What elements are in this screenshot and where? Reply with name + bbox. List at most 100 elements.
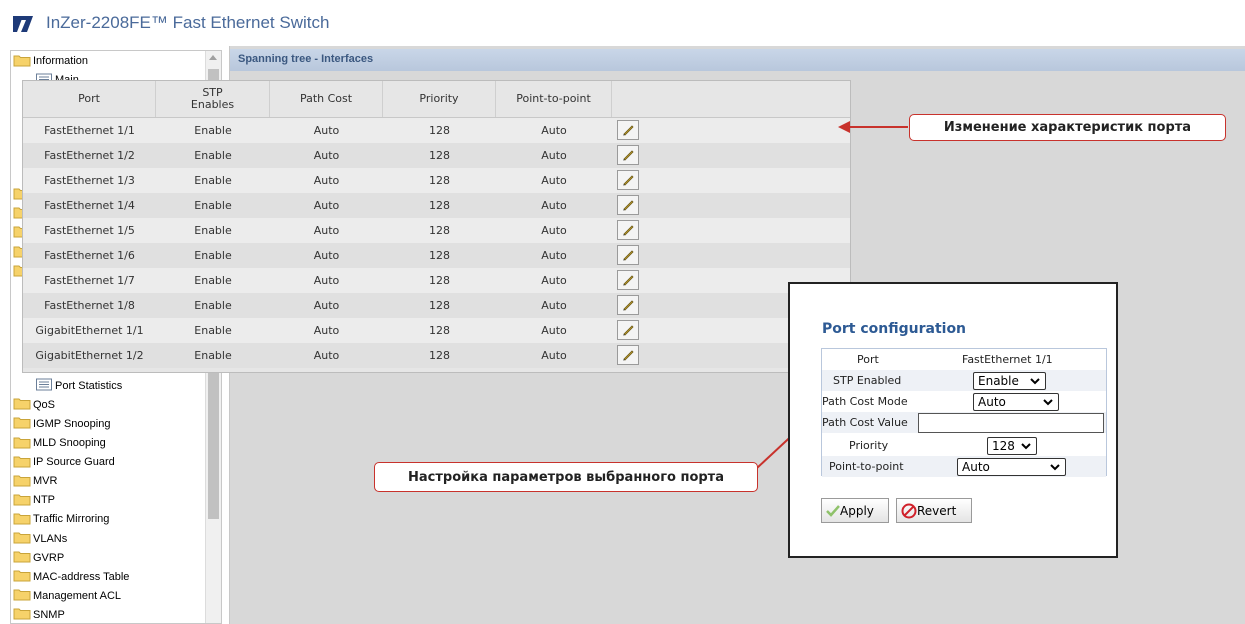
table-cell: FastEthernet 1/8	[44, 298, 135, 312]
sidebar-item-mac-address-table[interactable]: MAC-address Table	[13, 568, 129, 587]
pencil-icon	[623, 175, 634, 186]
table-row: FastEthernet 1/1 Enable Auto 128 Auto	[23, 118, 850, 143]
sidebar-item-snmp[interactable]: SNMP	[13, 606, 65, 623]
edit-port-button[interactable]	[617, 345, 639, 365]
sidebar-item-mvr[interactable]: MVR	[13, 472, 57, 491]
table-cell: Enable	[194, 148, 232, 162]
table-cell: Auto	[313, 198, 340, 212]
table-cell: 128	[429, 173, 450, 187]
sidebar-item-port-statistics[interactable]: Port Statistics	[35, 377, 122, 396]
table-cell: 128	[429, 223, 450, 237]
table-cell: Auto	[541, 248, 567, 262]
table-cell: FastEthernet 1/3	[44, 173, 135, 187]
stp-enabled-value: Enable	[978, 374, 1019, 388]
sidebar-item-label: QoS	[33, 398, 56, 411]
table-cell: Auto	[541, 273, 567, 287]
sidebar-item-traffic-mirroring[interactable]: Traffic Mirroring	[13, 510, 109, 529]
pencil-icon	[623, 250, 634, 261]
table-row: FastEthernet 1/5 Enable Auto 128 Auto	[23, 218, 850, 243]
folder-icon	[13, 456, 31, 468]
table-cell: FastEthernet 1/1	[44, 123, 135, 137]
table-cell: Enable	[194, 223, 232, 237]
sidebar-item-label: MAC-address Table	[33, 570, 130, 583]
table-cell: FastEthernet 1/2	[44, 148, 135, 162]
path-cost-value-label: Path Cost Value	[822, 416, 908, 429]
sidebar-item-label: SNMP	[33, 608, 65, 621]
edit-port-button[interactable]	[617, 170, 639, 190]
folder-icon	[13, 417, 31, 429]
table-cell: 128	[429, 323, 450, 337]
table-cell: Enable	[194, 273, 232, 287]
scroll-up-icon[interactable]	[209, 55, 217, 60]
apply-button[interactable]: Apply	[821, 498, 889, 523]
table-cell: Enable	[194, 198, 232, 212]
sidebar-item-label: Management ACL	[33, 589, 122, 602]
edit-port-button[interactable]	[617, 270, 639, 290]
column-header: STP Enables	[156, 81, 270, 117]
table-cell: Auto	[313, 348, 340, 362]
sidebar-item-ntp[interactable]: NTP	[13, 491, 55, 510]
table-cell: Auto	[313, 223, 340, 237]
stp-enabled-select[interactable]: Enable	[973, 372, 1046, 390]
table-cell: Auto	[313, 298, 340, 312]
table-cell: Enable	[194, 248, 232, 262]
point-to-point-row: Point-to-point Auto	[822, 456, 1106, 477]
stp-enabled-row: STP Enabled Enable	[822, 370, 1106, 391]
sidebar-item-label: Port Statistics	[55, 379, 123, 392]
annotation-configure-port: Настройка параметров выбранного порта	[374, 462, 758, 492]
table-cell: Auto	[541, 298, 567, 312]
sidebar-item-management-acl[interactable]: Management ACL	[13, 587, 121, 606]
sidebar-item-vlans[interactable]: VLANs	[13, 530, 67, 549]
table-cell: Enable	[194, 348, 232, 362]
priority-select[interactable]: 128	[987, 437, 1037, 455]
stp-interfaces-table: Port STP Enables Path Cost Priority Point-to…	[22, 80, 851, 373]
table-cell: FastEthernet 1/4	[44, 198, 135, 212]
sidebar-item-information[interactable]: Information	[13, 52, 88, 71]
edit-port-button[interactable]	[617, 120, 639, 140]
logo-icon	[13, 16, 33, 32]
annotation-edit-port: Изменение характеристик порта	[909, 114, 1226, 141]
column-header: Port	[23, 81, 156, 117]
table-cell: FastEthernet 1/7	[44, 273, 135, 287]
edit-port-button[interactable]	[617, 145, 639, 165]
port-row: Port FastEthernet 1/1	[822, 349, 1106, 370]
folder-icon	[13, 513, 31, 525]
edit-port-button[interactable]	[617, 245, 639, 265]
chevron-down-icon	[1050, 464, 1060, 471]
port-label: Port	[857, 353, 879, 366]
sidebar-item-qos[interactable]: QoS	[13, 396, 55, 415]
sidebar-item-igmp-snooping[interactable]: IGMP Snooping	[13, 415, 110, 434]
sidebar-item-label: NTP	[33, 494, 55, 507]
table-cell: 128	[429, 298, 450, 312]
edit-port-button[interactable]	[617, 295, 639, 315]
folder-icon	[13, 494, 31, 506]
folder-icon	[13, 551, 31, 563]
table-cell: Enable	[194, 323, 232, 337]
table-cell: Auto	[313, 123, 340, 137]
path-cost-value-input[interactable]	[918, 413, 1104, 433]
pencil-icon	[623, 200, 634, 211]
edit-port-button[interactable]	[617, 320, 639, 340]
table-cell: Enable	[194, 173, 232, 187]
edit-port-button[interactable]	[617, 195, 639, 215]
sidebar-item-label: GVRP	[33, 551, 65, 564]
sidebar-item-label: MVR	[33, 475, 58, 488]
sidebar-item-ip-source-guard[interactable]: IP Source Guard	[13, 453, 115, 472]
table-row: FastEthernet 1/8 Enable Auto 128 Auto	[23, 293, 850, 318]
edit-port-button[interactable]	[617, 220, 639, 240]
sidebar-item-gvrp[interactable]: GVRP	[13, 549, 64, 568]
table-row: GigabitEthernet 1/2 Enable Auto 128 Auto	[23, 343, 850, 368]
point-to-point-select[interactable]: Auto	[957, 458, 1066, 476]
path-cost-mode-select[interactable]: Auto	[973, 393, 1059, 411]
table-cell: Auto	[541, 148, 567, 162]
table-cell: Auto	[313, 323, 340, 337]
pencil-icon	[623, 150, 634, 161]
table-cell: Auto	[313, 173, 340, 187]
table-cell: Auto	[313, 148, 340, 162]
column-header: Priority	[383, 81, 496, 117]
sidebar-item-mld-snooping[interactable]: MLD Snooping	[13, 434, 106, 453]
pencil-icon	[623, 350, 634, 361]
app-title: InZer-2208FE™ Fast Ethernet Switch	[46, 13, 330, 32]
revert-label: Revert	[917, 503, 957, 518]
revert-button[interactable]: Revert	[896, 498, 972, 523]
